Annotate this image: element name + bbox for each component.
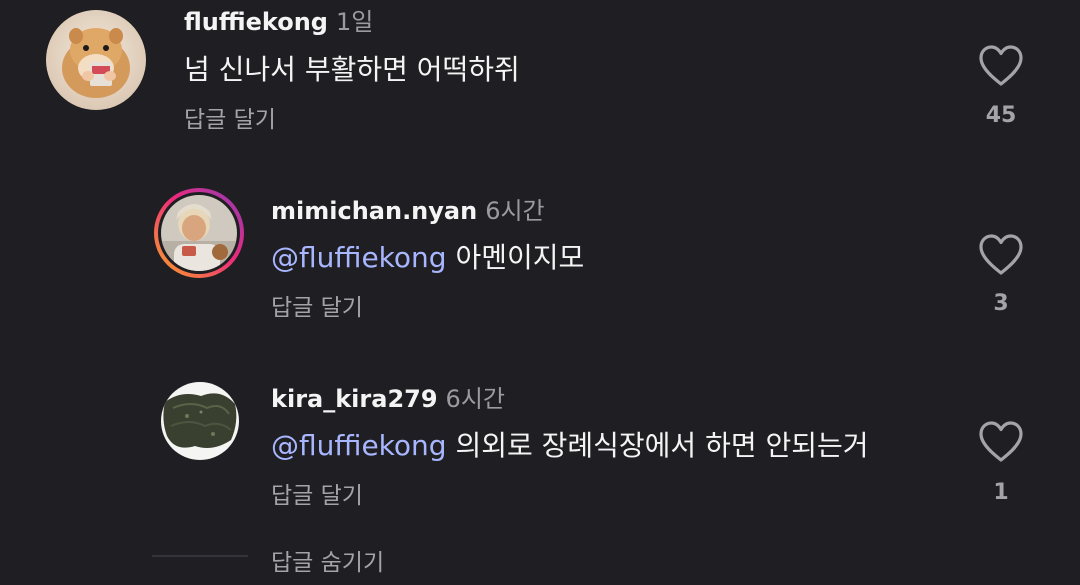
timestamp: 6시간 xyxy=(485,197,545,225)
timestamp: 1일 xyxy=(336,8,374,36)
comment-body: 의외로 장례식장에서 하면 안되는거 xyxy=(455,429,869,462)
mention-link[interactable]: @fluffiekong xyxy=(271,429,447,462)
avatar[interactable] xyxy=(161,382,239,460)
heart-icon xyxy=(979,45,1023,86)
username[interactable]: fluffiekong xyxy=(184,8,328,36)
avatar[interactable] xyxy=(46,10,146,110)
comment-text: @fluffiekong 아멘이지모 xyxy=(271,236,584,276)
reply-item: kira_kira279 6시간 @fluffiekong 의외로 장례식장에서 … xyxy=(0,370,1080,520)
avatar[interactable] xyxy=(152,186,246,280)
like-button[interactable] xyxy=(977,233,1025,277)
hide-replies-button[interactable]: 답글 숨기기 xyxy=(271,543,384,577)
hamster-avatar-icon xyxy=(46,10,146,110)
comment-header: fluffiekong 1일 xyxy=(184,2,373,37)
seaweed-avatar-icon xyxy=(161,382,239,460)
like-count: 1 xyxy=(993,480,1009,505)
comment-text: 넘 신나서 부활하면 어떡하쥐 xyxy=(184,48,520,88)
reply-button[interactable]: 답글 달기 xyxy=(271,476,363,510)
comment-text: @fluffiekong 의외로 장례식장에서 하면 안되는거 xyxy=(271,424,869,464)
reply-item: mimichan.nyan 6시간 @fluffiekong 아멘이지모 답글 달… xyxy=(0,180,1080,330)
like-button[interactable] xyxy=(977,420,1025,464)
like-button[interactable] xyxy=(977,44,1025,88)
comment-body: 아멘이지모 xyxy=(455,241,585,274)
comment-item: fluffiekong 1일 넘 신나서 부활하면 어떡하쥐 답글 달기 45 xyxy=(0,0,1080,140)
hide-replies-divider xyxy=(152,555,248,557)
like-count: 3 xyxy=(993,291,1009,316)
comment-body: 넘 신나서 부활하면 어떡하쥐 xyxy=(184,53,520,86)
like-count: 45 xyxy=(985,103,1017,128)
timestamp: 6시간 xyxy=(445,385,505,413)
heart-icon xyxy=(979,421,1023,462)
heart-icon xyxy=(979,234,1023,275)
reply-button[interactable]: 답글 달기 xyxy=(271,288,363,322)
mention-link[interactable]: @fluffiekong xyxy=(271,241,447,274)
comment-header: mimichan.nyan 6시간 xyxy=(271,191,545,226)
username[interactable]: mimichan.nyan xyxy=(271,197,477,225)
username[interactable]: kira_kira279 xyxy=(271,385,438,413)
person-avatar-story-ring-icon xyxy=(154,188,244,278)
reply-button[interactable]: 답글 달기 xyxy=(184,100,276,134)
comment-header: kira_kira279 6시간 xyxy=(271,379,505,414)
